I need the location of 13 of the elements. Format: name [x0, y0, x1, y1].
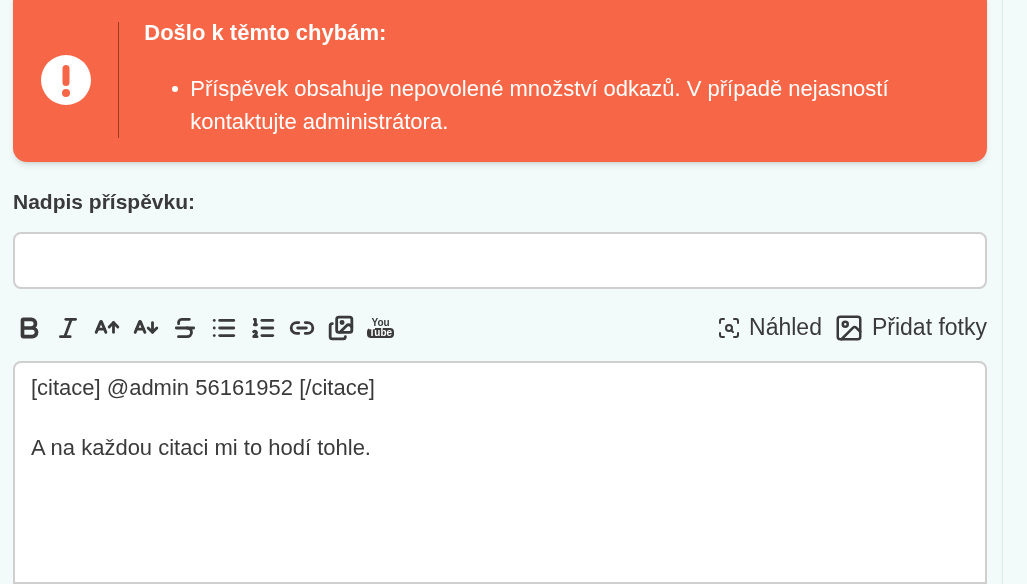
editor-paragraph: [citace] @admin 56161952 [/citace] [31, 373, 376, 402]
preview-button[interactable]: Náhled [717, 310, 822, 345]
field-label: Nadpis příspěvku: [13, 189, 197, 215]
search-icon [717, 315, 742, 340]
error-title: Došlo k těmto chybám: [144, 19, 388, 47]
title-input-field[interactable] [13, 231, 987, 289]
image-link-icon [328, 314, 354, 341]
editor-paragraph: A na každou citaci mi to hodí tohle. [31, 433, 372, 462]
message-editor[interactable]: [citace] @admin 56161952 [/citace] A na každou citaci mi to hodí tohle. [13, 360, 987, 584]
exclamation-icon [40, 55, 91, 105]
image-link-button[interactable] [328, 314, 354, 341]
add-photos-button[interactable]: Přidat fotky [833, 310, 987, 345]
error-message: Příspěvek obsahuje nepovolené množství odkazů. V případě nejasností kontaktujte administrátora. [190, 75, 890, 136]
